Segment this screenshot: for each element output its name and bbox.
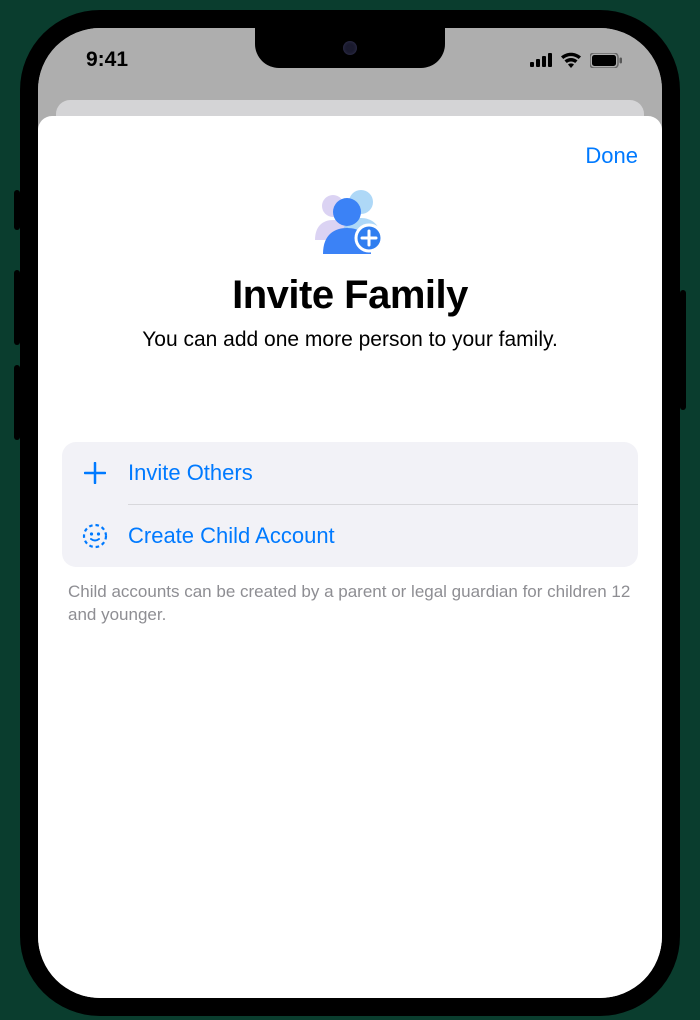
- family-add-icon: [305, 188, 395, 258]
- page-subtitle: You can add one more person to your fami…: [62, 328, 638, 352]
- create-child-label: Create Child Account: [128, 523, 335, 549]
- page-title: Invite Family: [62, 273, 638, 318]
- done-button[interactable]: Done: [585, 143, 638, 169]
- mute-switch: [14, 190, 20, 230]
- volume-up-button: [14, 270, 20, 345]
- sheet-header: Done: [62, 136, 638, 176]
- power-button: [680, 290, 686, 410]
- battery-icon: [590, 53, 622, 68]
- notch: [255, 28, 445, 68]
- status-time: 9:41: [86, 48, 128, 72]
- child-face-icon: [82, 523, 108, 549]
- invite-family-sheet: Done: [38, 116, 662, 998]
- options-list: Invite Others Create Child Account: [62, 442, 638, 567]
- cellular-signal-icon: [530, 53, 552, 67]
- invite-others-row[interactable]: Invite Others: [62, 442, 638, 504]
- volume-down-button: [14, 365, 20, 440]
- create-child-row[interactable]: Create Child Account: [62, 505, 638, 567]
- front-camera: [343, 41, 357, 55]
- plus-icon: [82, 460, 108, 486]
- phone-frame: 9:41 Done: [20, 10, 680, 1016]
- hero-section: Invite Family You can add one more perso…: [62, 188, 638, 352]
- phone-screen: 9:41 Done: [38, 28, 662, 998]
- invite-others-label: Invite Others: [128, 460, 253, 486]
- wifi-icon: [560, 52, 582, 68]
- footnote: Child accounts can be created by a paren…: [62, 581, 638, 627]
- status-icons: [530, 52, 622, 68]
